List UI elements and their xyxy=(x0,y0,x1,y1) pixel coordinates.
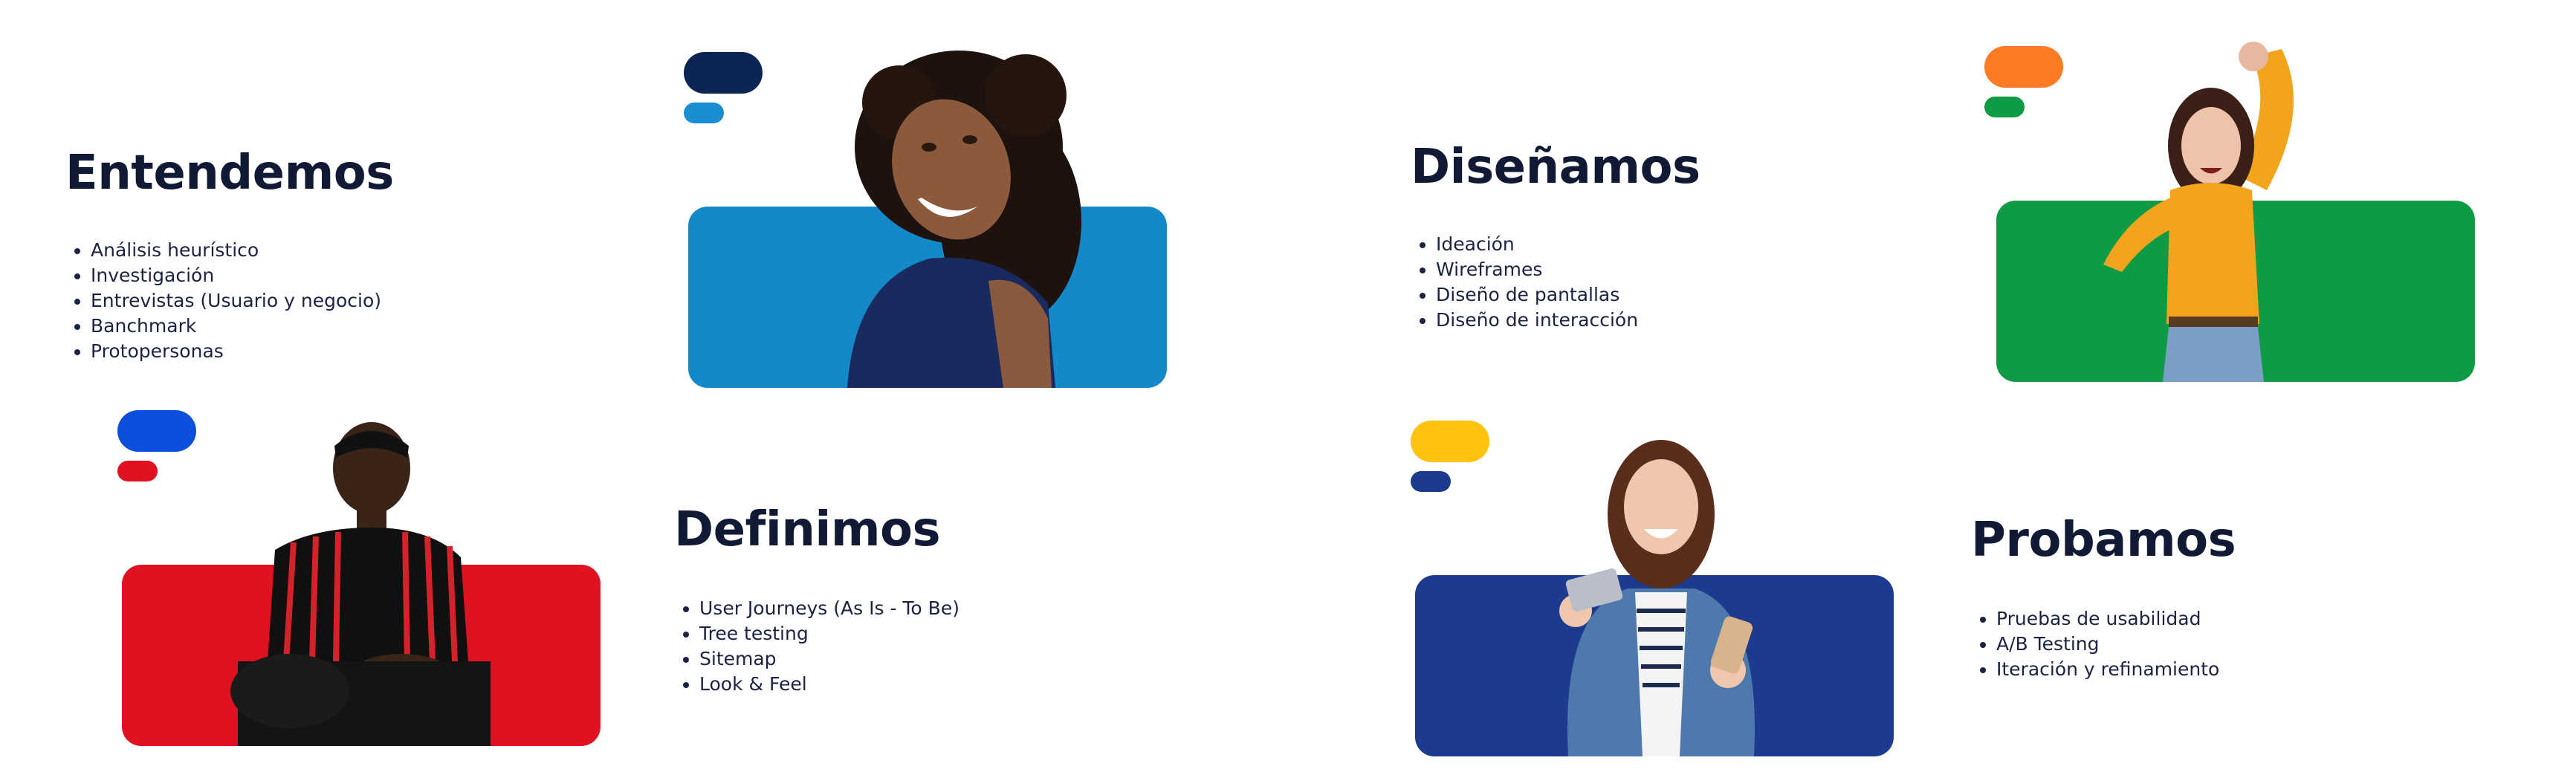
section-title-probamos: Probamos xyxy=(1971,513,2236,568)
brand-pill-large xyxy=(684,52,763,94)
brand-pill-large xyxy=(1411,421,1489,462)
probamos-list: Pruebas de usabilidad A/B Testing Iterac… xyxy=(1971,606,2219,682)
brand-pill-large xyxy=(117,410,196,452)
brand-pill-small xyxy=(1411,471,1451,492)
woman-with-phone-image xyxy=(1538,425,1784,756)
list-item: User Journeys (As Is - To Be) xyxy=(699,596,959,621)
list-item: Sitemap xyxy=(699,646,959,672)
list-item: Protopersonas xyxy=(91,339,381,364)
brand-pill-small xyxy=(117,461,158,481)
list-item: Tree testing xyxy=(699,621,959,646)
list-item: Análisis heurístico xyxy=(91,238,381,263)
list-item: Entrevistas (Usuario y negocio) xyxy=(91,288,381,314)
section-title-disenamos: Diseñamos xyxy=(1411,140,1700,195)
disenamos-list: Ideación Wireframes Diseño de pantallas … xyxy=(1411,232,1638,333)
brand-pill-small xyxy=(684,103,724,123)
entendemos-list: Análisis heurístico Investigación Entrev… xyxy=(65,238,381,364)
list-item: Look & Feel xyxy=(699,672,959,697)
list-item: Pruebas de usabilidad xyxy=(1996,606,2219,632)
list-item: Diseño de interacción xyxy=(1436,308,1638,333)
seated-man-image xyxy=(223,416,505,746)
list-item: Iteración y refinamiento xyxy=(1996,657,2219,682)
brand-pill-large xyxy=(1984,46,2063,88)
list-item: Wireframes xyxy=(1436,257,1638,282)
smiling-woman-image xyxy=(803,36,1100,388)
dancing-woman-image xyxy=(2088,42,2356,382)
list-item: Diseño de pantallas xyxy=(1436,282,1638,308)
list-item: Ideación xyxy=(1436,232,1638,257)
section-title-definimos: Definimos xyxy=(674,502,941,557)
brand-pill-small xyxy=(1984,97,2025,117)
list-item: A/B Testing xyxy=(1996,632,2219,657)
list-item: Investigación xyxy=(91,263,381,288)
section-title-entendemos: Entendemos xyxy=(65,146,394,201)
list-item: Banchmark xyxy=(91,314,381,339)
definimos-list: User Journeys (As Is - To Be) Tree testi… xyxy=(674,596,959,697)
